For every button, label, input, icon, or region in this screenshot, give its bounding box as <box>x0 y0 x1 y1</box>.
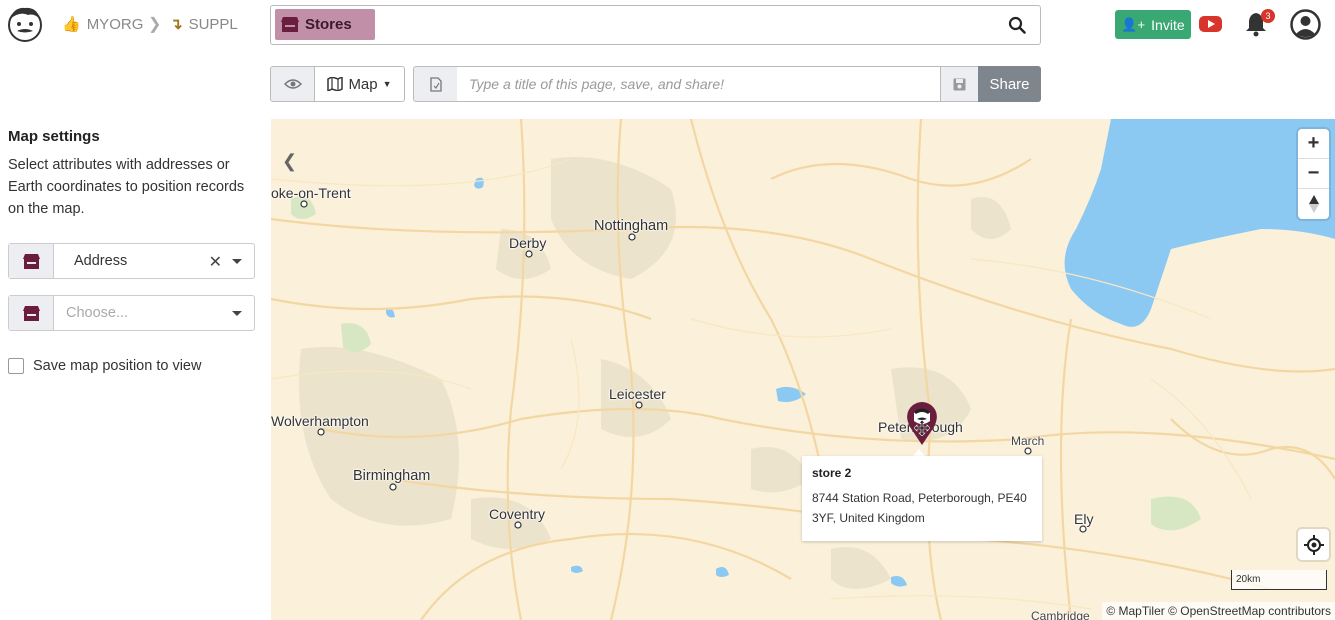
document-icon <box>429 76 442 92</box>
notification-count-badge: 3 <box>1261 9 1275 23</box>
city-label: Leicester <box>609 386 666 402</box>
user-account-icon[interactable] <box>1290 9 1321 40</box>
geolocate-button[interactable] <box>1298 529 1329 560</box>
save-map-position-checkbox[interactable]: Save map position to view <box>8 358 201 374</box>
zoom-in-button[interactable]: + <box>1298 129 1329 159</box>
caret-down-icon[interactable] <box>232 259 242 264</box>
store-icon <box>22 253 40 269</box>
compass-icon <box>1308 195 1319 213</box>
map-base-layer <box>271 119 1335 620</box>
invite-label: Invite <box>1151 16 1185 33</box>
map-settings-title: Map settings <box>8 128 100 145</box>
zoom-out-button[interactable]: − <box>1298 159 1329 189</box>
map-icon <box>327 77 344 91</box>
arrow-down-icon: ↴ <box>170 16 183 33</box>
address-attribute-value: Address <box>74 253 128 269</box>
thumbs-up-icon: 👍 <box>62 16 81 33</box>
city-label: Derby <box>509 235 547 251</box>
caret-down-icon[interactable] <box>232 311 242 316</box>
youtube-icon[interactable] <box>1199 15 1222 33</box>
store-table-icon-box <box>9 244 54 278</box>
map-settings-description: Select attributes with addresses or Eart… <box>8 157 245 217</box>
eye-icon <box>283 79 302 89</box>
map-attribution[interactable]: © MapTiler © OpenStreetMap contributors <box>1102 602 1335 620</box>
second-attribute-select[interactable]: Choose... <box>8 295 255 331</box>
map-canvas[interactable]: oke-on-Trent Nottingham Derby Leicester … <box>271 119 1335 620</box>
collapse-sidebar-icon[interactable]: ❮ <box>282 151 297 172</box>
floppy-disk-icon <box>953 78 966 90</box>
invite-button[interactable]: 👤+ Invite <box>1115 10 1191 39</box>
caret-down-icon: ▼ <box>382 79 392 89</box>
app-logo[interactable] <box>6 5 44 43</box>
city-label: oke-on-Trent <box>271 185 351 201</box>
city-label: Nottingham <box>594 218 669 234</box>
zoom-controls: + − <box>1298 129 1329 219</box>
breadcrumb-supplier-label: SUPPL <box>188 15 238 33</box>
store-table-icon-box <box>9 296 54 330</box>
page-title-input[interactable] <box>457 66 941 102</box>
page-doc-button[interactable] <box>413 66 458 102</box>
crosshair-icon <box>1303 534 1324 555</box>
city-label: Wolverhampton <box>271 413 369 429</box>
add-user-icon: 👤+ <box>1121 16 1146 32</box>
save-map-position-label: Save map position to view <box>33 358 202 374</box>
table-chip-label: Stores <box>305 16 352 33</box>
view-type-label: Map <box>348 75 378 93</box>
breadcrumb-org-label: MYORG <box>86 15 144 33</box>
choose-placeholder: Choose... <box>66 305 129 321</box>
city-label: Ely <box>1074 511 1094 527</box>
share-button[interactable]: Share <box>978 66 1041 102</box>
popup-store-name: store 2 <box>812 466 852 480</box>
popup-store-address: 8744 Station Road, Peterborough, PE40 3Y… <box>812 491 1027 525</box>
city-label: Birmingham <box>353 468 431 484</box>
visibility-toggle-button[interactable] <box>270 66 315 102</box>
view-type-dropdown[interactable]: Map ▼ <box>314 66 405 102</box>
chevron-right-icon: ❯ <box>148 16 162 33</box>
map-scale: 20km <box>1231 570 1327 590</box>
move-cursor-icon <box>914 420 930 436</box>
table-chip-stores[interactable]: Stores <box>275 9 375 40</box>
breadcrumb-org[interactable]: 👍 MYORG <box>62 14 143 34</box>
address-attribute-select[interactable]: Address ✕ <box>8 243 255 279</box>
store-icon <box>281 17 299 32</box>
city-label: March <box>1011 434 1045 448</box>
save-button[interactable] <box>940 66 979 102</box>
compass-button[interactable] <box>1298 189 1329 219</box>
checkbox-box[interactable] <box>8 358 24 374</box>
city-label: Cambridge <box>1031 609 1090 620</box>
clear-icon[interactable]: ✕ <box>209 252 222 272</box>
search-icon[interactable] <box>1008 16 1026 34</box>
search-bar[interactable]: Stores <box>270 5 1041 45</box>
breadcrumb-supplier[interactable]: ↴ SUPPL <box>170 14 238 34</box>
store-icon <box>22 305 40 321</box>
city-label: Coventry <box>489 506 546 522</box>
store-popup: store 2 8744 Station Road, Peterborough,… <box>802 456 1042 541</box>
